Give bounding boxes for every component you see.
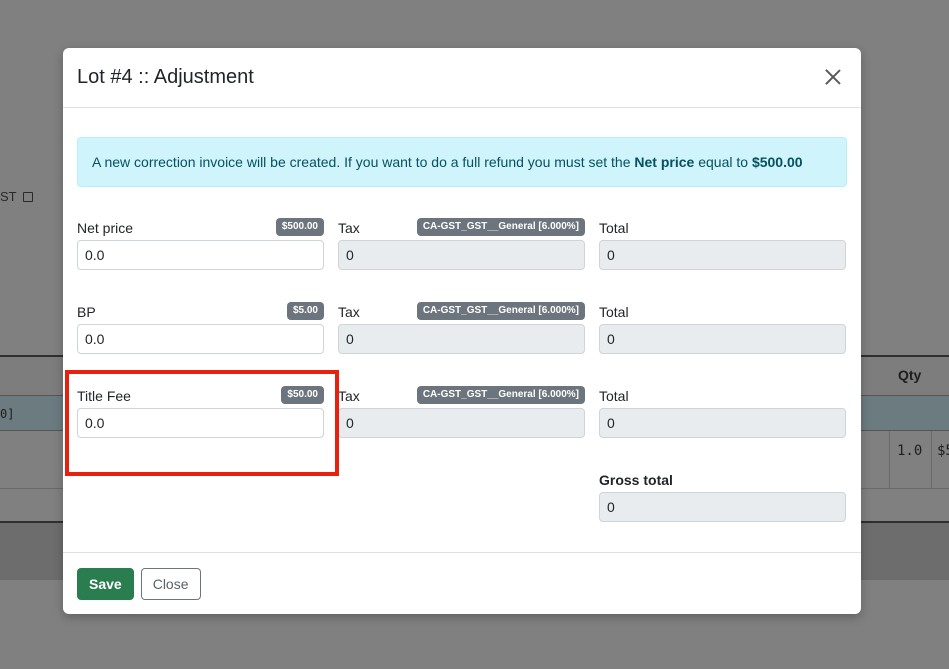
alert-text-prefix: A new correction invoice will be created… bbox=[92, 154, 635, 170]
bp-tax-badge: CA-GST_GST__General [6.000%] bbox=[416, 302, 585, 320]
save-button[interactable]: Save bbox=[77, 567, 134, 600]
gross-total-field: Gross total bbox=[599, 466, 846, 522]
net-price-input[interactable] bbox=[77, 240, 324, 270]
background-price-value: $5 bbox=[937, 443, 949, 459]
bp-field: BP $5.00 bbox=[77, 298, 324, 354]
background-external-link: ST bbox=[0, 189, 33, 204]
background-cell-separator bbox=[931, 431, 932, 489]
bp-label: BP bbox=[77, 304, 96, 320]
alert-amount: $500.00 bbox=[751, 154, 803, 170]
net-price-tax-label: Tax bbox=[338, 220, 360, 236]
close-button[interactable]: Close bbox=[140, 567, 201, 600]
title-fee-total-field: Total bbox=[599, 382, 846, 438]
alert-net-price-label: Net price bbox=[634, 154, 695, 170]
background-qty-header: Qty bbox=[898, 367, 922, 383]
modal-title: Lot #4 :: Adjustment bbox=[77, 66, 254, 88]
net-price-tax-badge: CA-GST_GST__General [6.000%] bbox=[416, 218, 585, 236]
title-fee-tax-field: Tax CA-GST_GST__General [6.000%] bbox=[338, 382, 585, 438]
bp-input[interactable] bbox=[77, 324, 324, 354]
net-price-total-field: Total bbox=[599, 214, 846, 270]
background-row-code: 0] bbox=[0, 407, 15, 421]
bp-total-input bbox=[599, 324, 846, 354]
alert-text: A new correction invoice will be created… bbox=[92, 154, 803, 170]
modal-header: Lot #4 :: Adjustment bbox=[63, 48, 861, 108]
alert-text-middle: equal to bbox=[694, 154, 752, 170]
background-cell-separator bbox=[889, 431, 890, 489]
bp-total-label: Total bbox=[599, 304, 629, 320]
bp-badge: $5.00 bbox=[286, 302, 324, 320]
close-icon[interactable] bbox=[823, 67, 843, 87]
net-price-tax-input bbox=[338, 240, 585, 270]
net-price-badge: $500.00 bbox=[275, 218, 324, 236]
title-fee-total-label: Total bbox=[599, 388, 629, 404]
bp-tax-label: Tax bbox=[338, 304, 360, 320]
background-qty-value: 1.0 bbox=[897, 443, 923, 459]
bp-total-field: Total bbox=[599, 298, 846, 354]
net-price-label: Net price bbox=[77, 220, 134, 236]
modal-footer: Save Close bbox=[63, 552, 861, 614]
gross-total-input bbox=[599, 492, 846, 522]
bp-tax-input bbox=[338, 324, 585, 354]
title-fee-total-input bbox=[599, 408, 846, 438]
gross-total-label: Gross total bbox=[599, 472, 673, 488]
title-fee-highlight-box bbox=[65, 370, 339, 476]
net-price-total-label: Total bbox=[599, 220, 629, 236]
net-price-total-input bbox=[599, 240, 846, 270]
net-price-field: Net price $500.00 bbox=[77, 214, 324, 270]
adjustment-modal: Lot #4 :: Adjustment A new correction in… bbox=[63, 48, 861, 614]
info-alert: A new correction invoice will be created… bbox=[77, 137, 847, 187]
title-fee-tax-input bbox=[338, 408, 585, 438]
net-price-tax-field: Tax CA-GST_GST__General [6.000%] bbox=[338, 214, 585, 270]
title-fee-tax-label: Tax bbox=[338, 388, 360, 404]
title-fee-tax-badge: CA-GST_GST__General [6.000%] bbox=[416, 386, 585, 404]
background-link-text: ST bbox=[0, 189, 17, 204]
bp-tax-field: Tax CA-GST_GST__General [6.000%] bbox=[338, 298, 585, 354]
external-link-icon bbox=[22, 191, 33, 202]
